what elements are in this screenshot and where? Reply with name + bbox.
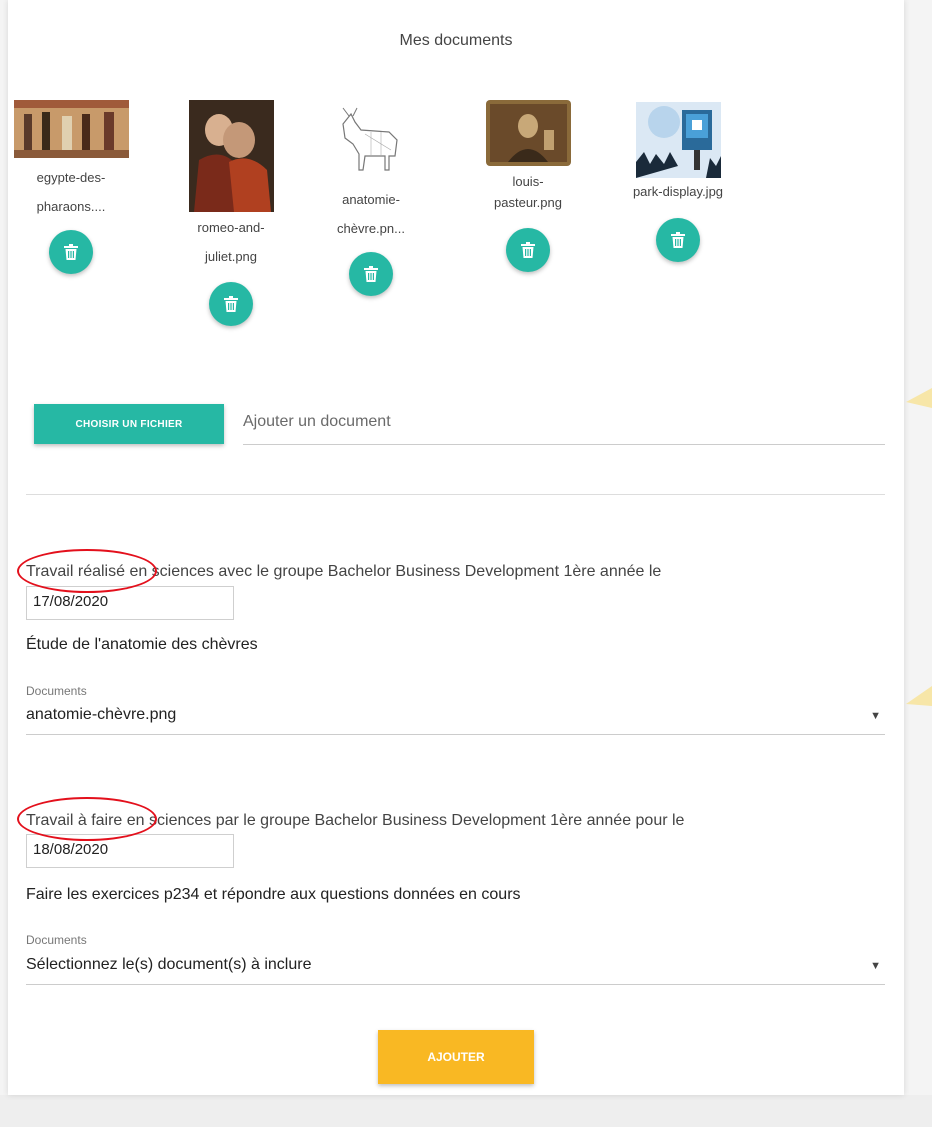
- todo-work-date-field[interactable]: 18/08/2020: [26, 834, 234, 868]
- document-name-line2: pasteur.png: [494, 195, 562, 210]
- document-item: louis- pasteur.png: [463, 100, 593, 272]
- document-item: anatomie- chèvre.pn...: [306, 104, 436, 296]
- section-title: Mes documents: [399, 32, 513, 49]
- todo-work-documents-value: Sélectionnez le(s) document(s) à inclure: [26, 956, 312, 973]
- delete-document-button[interactable]: [506, 228, 550, 272]
- document-name-line1: romeo-and-: [197, 220, 265, 235]
- page-footer-strip: [0, 1095, 932, 1127]
- edge-pointer-icon: [906, 686, 932, 706]
- todo-work-description: Faire les exercices p234 et répondre aux…: [26, 886, 521, 903]
- document-item: egypte-des- pharaons....: [6, 100, 136, 274]
- delete-document-button[interactable]: [49, 230, 93, 274]
- trash-icon: [521, 242, 535, 258]
- trash-icon: [671, 232, 685, 248]
- documents-card: Mes documents egypte-des- pharaons.... r…: [8, 0, 904, 1095]
- delete-document-button[interactable]: [656, 218, 700, 262]
- document-name-line2: juliet.png: [204, 249, 258, 264]
- trash-icon: [364, 266, 378, 282]
- todo-work-documents-label: Documents: [26, 933, 87, 947]
- egyptian-painting-thumbnail-icon[interactable]: [13, 100, 129, 158]
- done-work-documents-value: anatomie-chèvre.png: [26, 706, 177, 723]
- document-name-line1: park-display.jpg: [632, 184, 724, 199]
- done-work-date-field[interactable]: 17/08/2020: [26, 586, 234, 620]
- trash-icon: [224, 296, 238, 312]
- edge-pointer-icon: [906, 388, 932, 408]
- add-document-input[interactable]: [243, 400, 885, 445]
- document-item: park-display.jpg: [613, 102, 743, 262]
- delete-document-button[interactable]: [349, 252, 393, 296]
- done-work-documents-select[interactable]: anatomie-chèvre.png ▼: [26, 702, 885, 735]
- done-work-sentence: Travail réalisé en sciences avec le grou…: [26, 563, 662, 580]
- section-divider: [26, 494, 885, 495]
- document-name-line1: anatomie-: [342, 192, 400, 207]
- choose-file-button[interactable]: CHOISIR UN FICHIER: [34, 404, 224, 444]
- dropdown-caret-icon: ▼: [870, 960, 881, 972]
- todo-work-documents-select[interactable]: Sélectionnez le(s) document(s) à inclure…: [26, 952, 885, 985]
- todo-work-sentence: Travail à faire en sciences par le group…: [26, 812, 685, 829]
- done-work-description: Étude de l'anatomie des chèvres: [26, 636, 258, 653]
- document-item: romeo-and- juliet.png: [166, 100, 296, 326]
- park-display-thumbnail-icon[interactable]: [635, 102, 721, 178]
- add-button[interactable]: AJOUTER: [378, 1030, 534, 1084]
- document-name-line2: pharaons....: [36, 199, 106, 214]
- delete-document-button[interactable]: [209, 282, 253, 326]
- document-name-line1: egypte-des-: [36, 170, 106, 185]
- done-work-documents-label: Documents: [26, 684, 87, 698]
- document-name-line2: chèvre.pn...: [337, 221, 405, 236]
- portrait-thumbnail-icon[interactable]: [485, 100, 571, 166]
- dropdown-caret-icon: ▼: [870, 710, 881, 722]
- trash-icon: [64, 244, 78, 260]
- painting-couple-thumbnail-icon[interactable]: [188, 100, 274, 212]
- goat-sketch-thumbnail-icon[interactable]: [331, 104, 411, 184]
